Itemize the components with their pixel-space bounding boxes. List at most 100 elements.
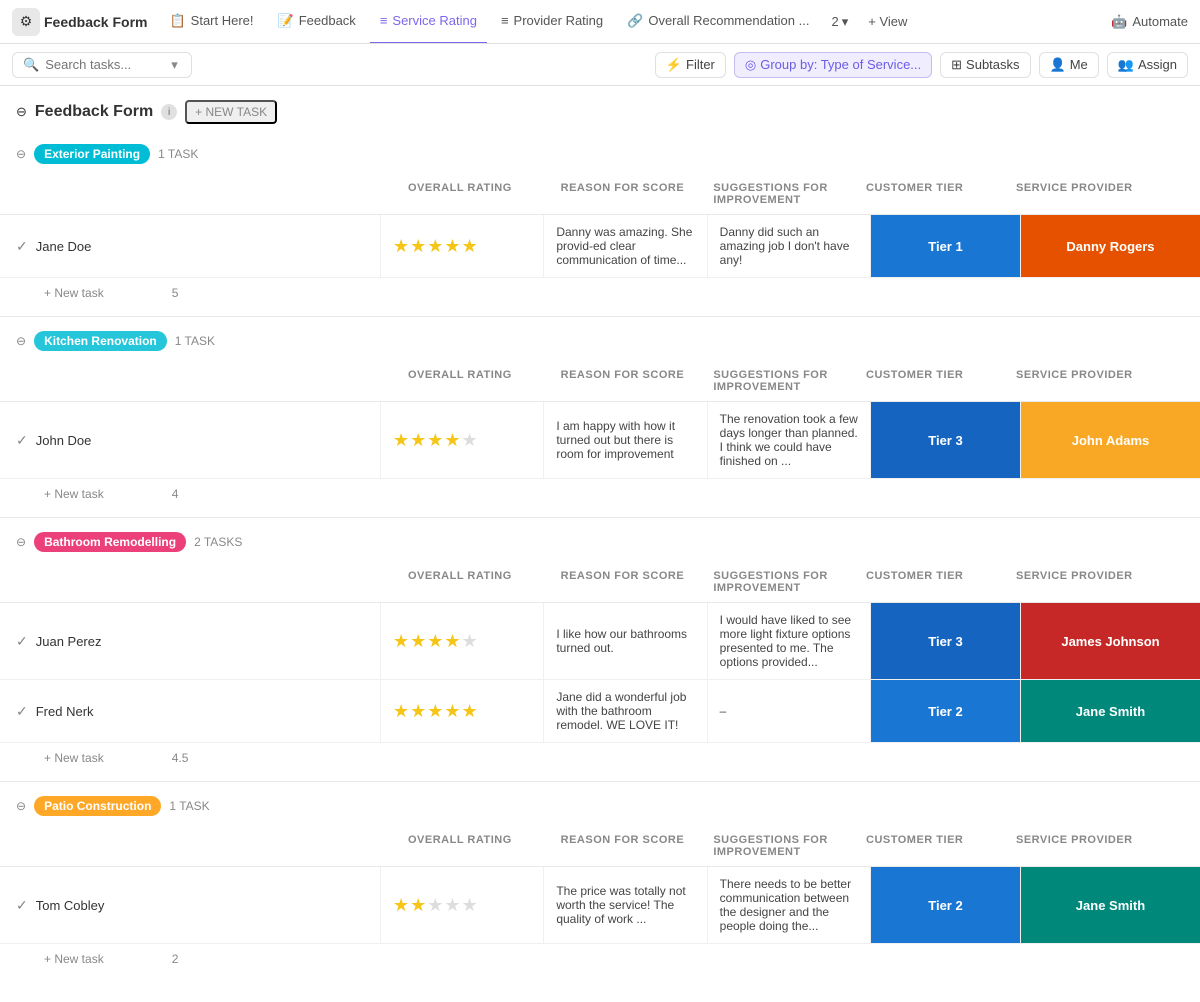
- tab-start-here[interactable]: 📋 Start Here!: [159, 0, 263, 44]
- automate-button[interactable]: 🤖 Automate: [1111, 14, 1188, 30]
- tier-badge-k: Tier 3: [871, 402, 1020, 478]
- chevron-down-icon: ▾: [842, 14, 849, 30]
- average-exterior: 5: [172, 286, 179, 300]
- tab-provider-rating-icon: ≡: [501, 13, 509, 28]
- task-name-p[interactable]: Tom Cobley: [36, 898, 105, 913]
- search-dropdown-icon[interactable]: ▾: [171, 57, 178, 73]
- task-name-cell-p: ✓ Tom Cobley: [0, 867, 380, 943]
- add-task-link-kitchen[interactable]: + New task: [44, 487, 104, 501]
- group-tag-patio-construction: Patio Construction: [34, 796, 161, 816]
- rating-cell-b2: ★★★★★: [380, 680, 543, 742]
- tier-cell-k: Tier 3: [870, 402, 1020, 478]
- add-view-button[interactable]: + View: [860, 0, 915, 44]
- stars: ★★★★★: [393, 236, 479, 257]
- suggestion-cell-p: There needs to be better communication b…: [707, 867, 870, 943]
- check-icon: ✓: [16, 238, 28, 255]
- add-task-link-patio[interactable]: + New task: [44, 952, 104, 966]
- provider-badge-b1: James Johnson: [1021, 603, 1200, 679]
- task-name-b2[interactable]: Fred Nerk: [36, 704, 94, 719]
- check-icon-b1: ✓: [16, 633, 28, 650]
- col-overall-rating-b: OVERALL RATING: [396, 562, 549, 602]
- reason-cell-p: The price was totally not worth the serv…: [543, 867, 706, 943]
- new-task-row-kitchen: + New task 4: [0, 479, 1200, 509]
- info-icon[interactable]: i: [161, 104, 177, 120]
- search-icon: 🔍: [23, 57, 39, 73]
- page-collapse-button[interactable]: ⊖: [16, 104, 27, 120]
- rating-cell: ★★★★★: [380, 215, 543, 277]
- group-tag-exterior-painting: Exterior Painting: [34, 144, 150, 164]
- tab-provider-rating[interactable]: ≡ Provider Rating: [491, 0, 613, 44]
- col-task-name-k: [16, 361, 396, 401]
- assign-icon: 👥: [1118, 57, 1134, 73]
- col-reason-k: REASON FOR SCORE: [549, 361, 702, 401]
- group-exterior-painting: ⊖ Exterior Painting 1 TASK OVERALL RATIN…: [0, 134, 1200, 308]
- group-kitchen-renovation: ⊖ Kitchen Renovation 1 TASK OVERALL RATI…: [0, 321, 1200, 509]
- task-name-cell-b2: ✓ Fred Nerk: [0, 680, 380, 742]
- add-task-link-bathroom[interactable]: + New task: [44, 751, 104, 765]
- new-task-button[interactable]: + NEW TASK: [185, 100, 277, 124]
- group-bathroom-remodelling: ⊖ Bathroom Remodelling 2 TASKS OVERALL R…: [0, 522, 1200, 773]
- col-overall-rating-1: OVERALL RATING: [396, 174, 549, 214]
- tab-service-rating[interactable]: ≡ Service Rating: [370, 0, 487, 44]
- group-by-button[interactable]: ◎ Group by: Type of Service...: [734, 52, 932, 78]
- suggestion-cell-b2: –: [707, 680, 870, 742]
- group-task-count-patio-construction: 1 TASK: [169, 799, 209, 813]
- col-headers-patio-construction: OVERALL RATING REASON FOR SCORE SUGGESTI…: [0, 826, 1200, 867]
- stars-b1: ★★★★★: [393, 631, 479, 652]
- filter-button[interactable]: ⚡ Filter: [655, 52, 726, 78]
- new-task-row-exterior: + New task 5: [0, 278, 1200, 308]
- col-reason-p: REASON FOR SCORE: [549, 826, 702, 866]
- tab-feedback[interactable]: 📝 Feedback: [268, 0, 366, 44]
- stars-b2: ★★★★★: [393, 701, 479, 722]
- new-task-row-bathroom: + New task 4.5: [0, 743, 1200, 773]
- average-patio: 2: [172, 952, 179, 966]
- check-icon-b2: ✓: [16, 703, 28, 720]
- suggestion-cell: Danny did such an amazing job I don't ha…: [707, 215, 870, 277]
- add-task-link-exterior[interactable]: + New task: [44, 286, 104, 300]
- task-name-k[interactable]: John Doe: [36, 433, 92, 448]
- task-name[interactable]: Jane Doe: [36, 239, 92, 254]
- table-row: ✓ Juan Perez ★★★★★ I like how our bathro…: [0, 603, 1200, 680]
- group-tag-bathroom-remodelling: Bathroom Remodelling: [34, 532, 186, 552]
- col-headers-bathroom-remodelling: OVERALL RATING REASON FOR SCORE SUGGESTI…: [0, 562, 1200, 603]
- col-customer-tier-p: CUSTOMER TIER: [854, 826, 1004, 866]
- check-icon-p: ✓: [16, 897, 28, 914]
- table-row: ✓ Jane Doe ★★★★★ Danny was amazing. She …: [0, 215, 1200, 278]
- toolbar: 🔍 ▾ ⚡ Filter ◎ Group by: Type of Service…: [0, 44, 1200, 86]
- rating-cell-b1: ★★★★★: [380, 603, 543, 679]
- me-button[interactable]: 👤 Me: [1039, 52, 1099, 78]
- tab-overall-recommendation-icon: 🔗: [627, 13, 643, 29]
- tab-feedback-icon: 📝: [278, 13, 294, 29]
- provider-cell: Danny Rogers: [1020, 215, 1200, 277]
- more-tabs-button[interactable]: 2 ▾: [823, 0, 856, 44]
- group-collapse-bathroom-remodelling[interactable]: ⊖: [16, 535, 26, 549]
- group-collapse-patio-construction[interactable]: ⊖: [16, 799, 26, 813]
- group-header-exterior-painting: ⊖ Exterior Painting 1 TASK: [0, 134, 1200, 174]
- toolbar-right: ⚡ Filter ◎ Group by: Type of Service... …: [655, 52, 1188, 78]
- search-input[interactable]: [45, 57, 165, 72]
- suggestion-cell-b1: I would have liked to see more light fix…: [707, 603, 870, 679]
- col-task-name: [16, 174, 396, 214]
- task-name-b1[interactable]: Juan Perez: [36, 634, 102, 649]
- group-collapse-exterior-painting[interactable]: ⊖: [16, 147, 26, 161]
- tier-badge-p: Tier 2: [871, 867, 1020, 943]
- divider-1: [0, 316, 1200, 317]
- col-suggestions-k: SUGGESTIONS FOR IMPROVEMENT: [701, 361, 854, 401]
- group-task-count-bathroom-remodelling: 2 TASKS: [194, 535, 242, 549]
- col-reason-1: REASON FOR SCORE: [549, 174, 702, 214]
- page-header: ⊖ Feedback Form i + NEW TASK: [0, 86, 1200, 134]
- tab-overall-recommendation[interactable]: 🔗 Overall Recommendation ...: [617, 0, 819, 44]
- col-reason-b: REASON FOR SCORE: [549, 562, 702, 602]
- subtasks-button[interactable]: ⊞ Subtasks: [940, 52, 1030, 78]
- provider-badge-b2: Jane Smith: [1021, 680, 1200, 742]
- automate-icon: 🤖: [1111, 14, 1127, 30]
- group-header-bathroom-remodelling: ⊖ Bathroom Remodelling 2 TASKS: [0, 522, 1200, 562]
- group-collapse-kitchen-renovation[interactable]: ⊖: [16, 334, 26, 348]
- top-nav: ⚙ Feedback Form 📋 Start Here! 📝 Feedback…: [0, 0, 1200, 44]
- assign-button[interactable]: 👥 Assign: [1107, 52, 1188, 78]
- reason-cell-b1: I like how our bathrooms turned out.: [543, 603, 706, 679]
- tier-cell-b2: Tier 2: [870, 680, 1020, 742]
- tier-cell-p: Tier 2: [870, 867, 1020, 943]
- search-box[interactable]: 🔍 ▾: [12, 52, 192, 78]
- new-task-row-patio: + New task 2: [0, 944, 1200, 974]
